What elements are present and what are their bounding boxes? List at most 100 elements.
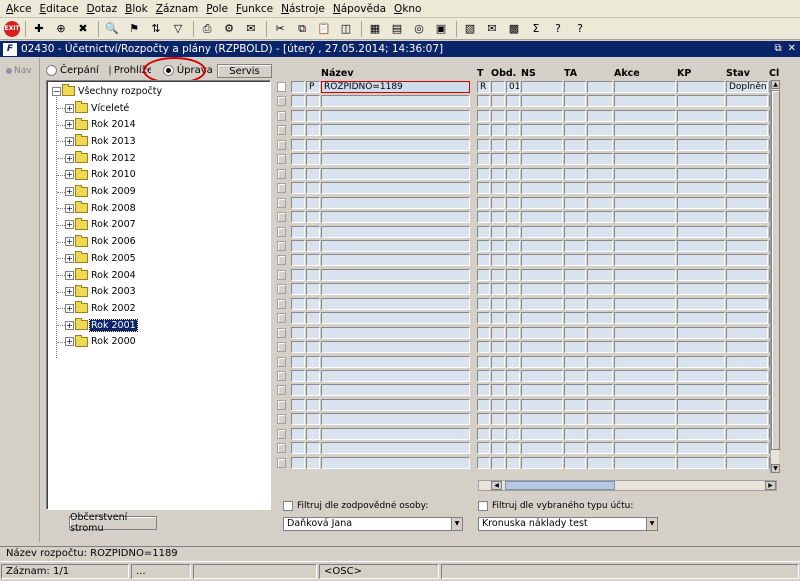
scroll-up-icon[interactable]: ▲ bbox=[771, 80, 780, 89]
grid-cell-nazev[interactable] bbox=[321, 341, 470, 354]
grid-cell[interactable] bbox=[564, 81, 586, 93]
tree-node[interactable]: + Rok 2000 bbox=[65, 334, 137, 349]
grid-cell[interactable] bbox=[677, 196, 725, 209]
grid-cell[interactable] bbox=[521, 138, 563, 151]
grid-cell[interactable] bbox=[677, 167, 725, 180]
column-header[interactable]: TA bbox=[564, 68, 577, 79]
grid-cell-flag[interactable]: P bbox=[306, 81, 320, 93]
grid-cell[interactable] bbox=[521, 413, 563, 426]
scroll-left-icon[interactable]: ◀ bbox=[491, 481, 502, 490]
grid-cell-stav[interactable] bbox=[726, 341, 768, 354]
new-record-icon[interactable]: ✚ bbox=[29, 20, 49, 38]
grid-cell[interactable] bbox=[291, 254, 305, 267]
grid-cell[interactable] bbox=[564, 370, 586, 382]
grid-cell[interactable] bbox=[491, 297, 505, 310]
grid-cell[interactable] bbox=[291, 196, 305, 209]
grid-cell[interactable] bbox=[491, 456, 505, 469]
scroll-right-icon[interactable]: ▶ bbox=[765, 481, 776, 490]
grid-cell-t[interactable] bbox=[477, 413, 490, 426]
print-setup-icon[interactable]: ⚙ bbox=[219, 20, 239, 38]
grid-cell[interactable] bbox=[521, 297, 563, 310]
expand-icon[interactable]: + bbox=[65, 103, 74, 113]
grid-cell[interactable] bbox=[491, 341, 505, 354]
grid-cell-flag[interactable] bbox=[306, 283, 320, 296]
expand-icon[interactable]: + bbox=[65, 136, 74, 146]
row-selector[interactable] bbox=[277, 168, 286, 179]
expand-icon[interactable]: + bbox=[65, 270, 74, 280]
grid-cell[interactable] bbox=[677, 239, 725, 252]
grid-cell-obd[interactable] bbox=[506, 312, 520, 325]
column-header[interactable]: Stav bbox=[726, 68, 750, 79]
grid-cell[interactable] bbox=[491, 196, 505, 209]
grid-cell[interactable] bbox=[521, 167, 563, 180]
grid-cell[interactable] bbox=[491, 225, 505, 238]
grid-cell[interactable] bbox=[614, 384, 676, 397]
grid-cell-nazev[interactable] bbox=[321, 398, 470, 411]
menu-item-8[interactable]: Nápověda bbox=[329, 0, 390, 18]
expand-icon[interactable]: + bbox=[65, 253, 74, 263]
grid-cell[interactable] bbox=[521, 456, 563, 469]
grid-cell[interactable] bbox=[587, 196, 613, 209]
mail-icon[interactable]: ✉ bbox=[241, 20, 261, 38]
grid-cell[interactable] bbox=[677, 124, 725, 137]
row-selector[interactable] bbox=[277, 212, 286, 223]
expand-icon[interactable]: + bbox=[65, 303, 74, 313]
grid-cell-obd[interactable] bbox=[506, 211, 520, 224]
menu-item-3[interactable]: Blok bbox=[121, 0, 152, 18]
grid-cell[interactable] bbox=[491, 81, 505, 93]
grid-cell[interactable] bbox=[677, 283, 725, 296]
tree-node[interactable]: + Rok 2006 bbox=[65, 234, 137, 249]
grid-cell[interactable] bbox=[521, 153, 563, 166]
grid-cell-stav[interactable] bbox=[726, 95, 768, 108]
grid-cell[interactable] bbox=[677, 81, 725, 93]
grid-cell-flag[interactable] bbox=[306, 398, 320, 411]
grid-cell-stav[interactable] bbox=[726, 182, 768, 195]
grid-cell[interactable] bbox=[291, 456, 305, 469]
grid-cell[interactable] bbox=[587, 312, 613, 325]
grid-cell[interactable] bbox=[677, 427, 725, 440]
grid-cell-t[interactable] bbox=[477, 326, 490, 339]
grid-cell[interactable] bbox=[614, 153, 676, 166]
report-icon[interactable]: ▧ bbox=[460, 20, 480, 38]
grid-cell-obd[interactable] bbox=[506, 384, 520, 397]
grid-cell[interactable] bbox=[491, 312, 505, 325]
grid-cell[interactable] bbox=[587, 384, 613, 397]
expand-icon[interactable]: + bbox=[65, 337, 74, 347]
grid-cell[interactable] bbox=[291, 268, 305, 281]
grid-cell[interactable] bbox=[564, 355, 586, 368]
expand-icon[interactable]: + bbox=[65, 220, 74, 230]
grid-cell-t[interactable] bbox=[477, 254, 490, 267]
grid-cell-obd[interactable] bbox=[506, 167, 520, 180]
grid-cell[interactable] bbox=[291, 138, 305, 151]
grid-cell[interactable] bbox=[614, 124, 676, 137]
tree-node[interactable]: + Rok 2003 bbox=[65, 284, 137, 299]
column-header[interactable]: Název bbox=[321, 68, 354, 79]
grid-cell-obd[interactable] bbox=[506, 225, 520, 238]
grid-cell[interactable] bbox=[521, 355, 563, 368]
grid-cell-flag[interactable] bbox=[306, 355, 320, 368]
grid-cell[interactable] bbox=[521, 283, 563, 296]
grid-cell-t[interactable] bbox=[477, 109, 490, 122]
grid-cell[interactable] bbox=[587, 225, 613, 238]
menu-item-1[interactable]: Editace bbox=[36, 0, 83, 18]
menu-item-7[interactable]: Nástroje bbox=[277, 0, 329, 18]
row-selector[interactable] bbox=[277, 269, 286, 280]
row-selector[interactable] bbox=[277, 154, 286, 165]
grid-cell[interactable] bbox=[491, 427, 505, 440]
grid-cell[interactable] bbox=[521, 370, 563, 382]
grid-cell[interactable] bbox=[587, 370, 613, 382]
grid-cell[interactable] bbox=[291, 95, 305, 108]
grid-cell-stav[interactable] bbox=[726, 283, 768, 296]
grid-cell[interactable] bbox=[587, 153, 613, 166]
grid-cell[interactable] bbox=[587, 355, 613, 368]
grid-cell[interactable] bbox=[614, 427, 676, 440]
grid-cell[interactable] bbox=[521, 254, 563, 267]
grid-cell[interactable] bbox=[521, 182, 563, 195]
menu-item-0[interactable]: Akce bbox=[2, 0, 36, 18]
grid-cell-flag[interactable] bbox=[306, 370, 320, 382]
grid-cell[interactable] bbox=[491, 384, 505, 397]
grid-cell-nazev[interactable] bbox=[321, 211, 470, 224]
query-icon[interactable]: 🔍 bbox=[102, 20, 122, 38]
grid-cell[interactable] bbox=[291, 283, 305, 296]
grid-cell-t[interactable] bbox=[477, 442, 490, 455]
